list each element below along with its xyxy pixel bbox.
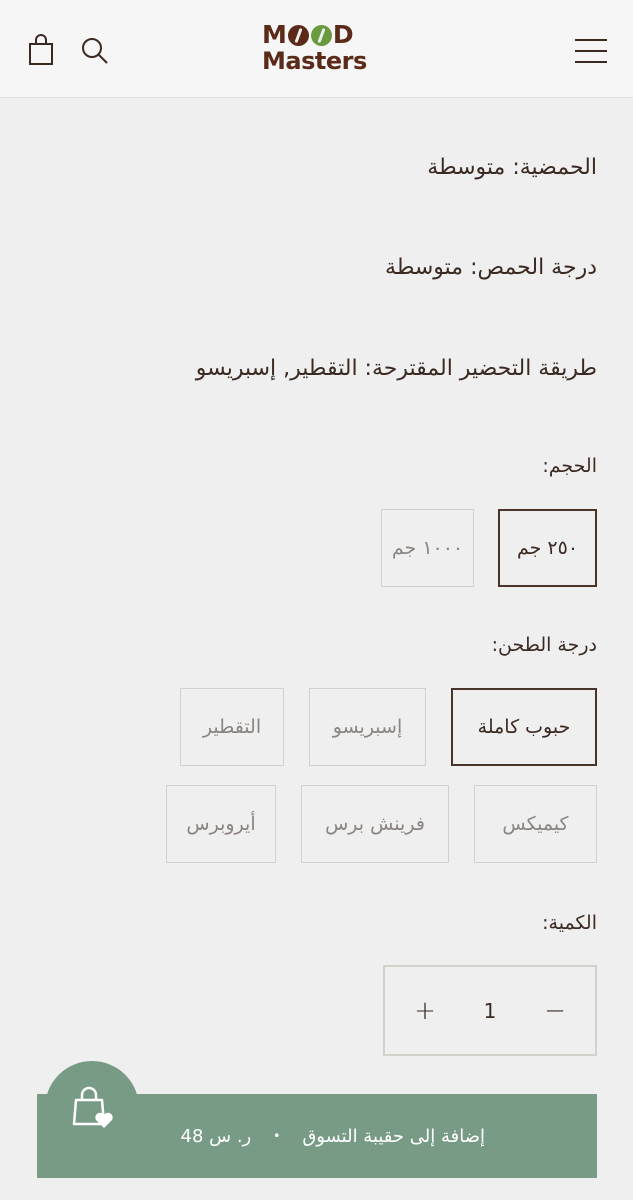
grind-option-whole-beans[interactable]: حبوب كاملة <box>451 688 597 766</box>
grind-label: درجة الطحن: <box>491 634 597 656</box>
wishlist-bag-button[interactable] <box>45 1061 139 1155</box>
brew-method-spec: طريقة التحضير المقترحة: التقطير, إسبريسو <box>195 356 597 381</box>
shopping-bag-heart-icon <box>72 1086 113 1128</box>
brand-logo[interactable]: M D Masters <box>262 22 374 78</box>
grind-option-drip[interactable]: التقطير <box>180 688 284 766</box>
grind-option-espresso[interactable]: إسبريسو <box>309 688 426 766</box>
quantity-value[interactable]: 1 <box>484 999 497 1023</box>
size-option-1000g[interactable]: ١٠٠٠ جم <box>381 509 474 587</box>
decrease-quantity-button[interactable]: − <box>543 996 567 1026</box>
site-header: M D Masters <box>0 0 633 98</box>
size-option-250g[interactable]: ٢٥٠ جم <box>498 509 597 587</box>
logo-masters: Masters <box>262 47 367 75</box>
increase-quantity-button[interactable]: + <box>413 996 437 1026</box>
cart-icon[interactable] <box>26 34 56 66</box>
menu-icon[interactable] <box>574 38 608 64</box>
logo-letter-m: M <box>262 20 287 49</box>
size-label: الحجم: <box>542 455 597 477</box>
cart-separator: • <box>273 1129 281 1143</box>
green-coffee-bean-icon <box>310 24 332 46</box>
cart-label: إضافة إلى حقيبة التسوق <box>302 1125 485 1147</box>
coffee-bean-icon <box>287 24 309 46</box>
grind-option-aeropress[interactable]: أيروبرس <box>166 785 276 863</box>
quantity-label: الكمية: <box>542 912 597 934</box>
logo-letter-d: D <box>332 20 354 49</box>
roast-level-spec: درجة الحمص: متوسطة <box>385 255 597 280</box>
grind-option-chemex[interactable]: كيميكس <box>474 785 597 863</box>
quantity-stepper: + 1 − <box>383 965 597 1056</box>
grind-option-french-press[interactable]: فرينش برس <box>301 785 449 863</box>
search-icon[interactable] <box>80 36 110 66</box>
acidity-spec: الحمضية: متوسطة <box>427 155 597 180</box>
cart-price: 48 ر. س <box>180 1125 252 1147</box>
